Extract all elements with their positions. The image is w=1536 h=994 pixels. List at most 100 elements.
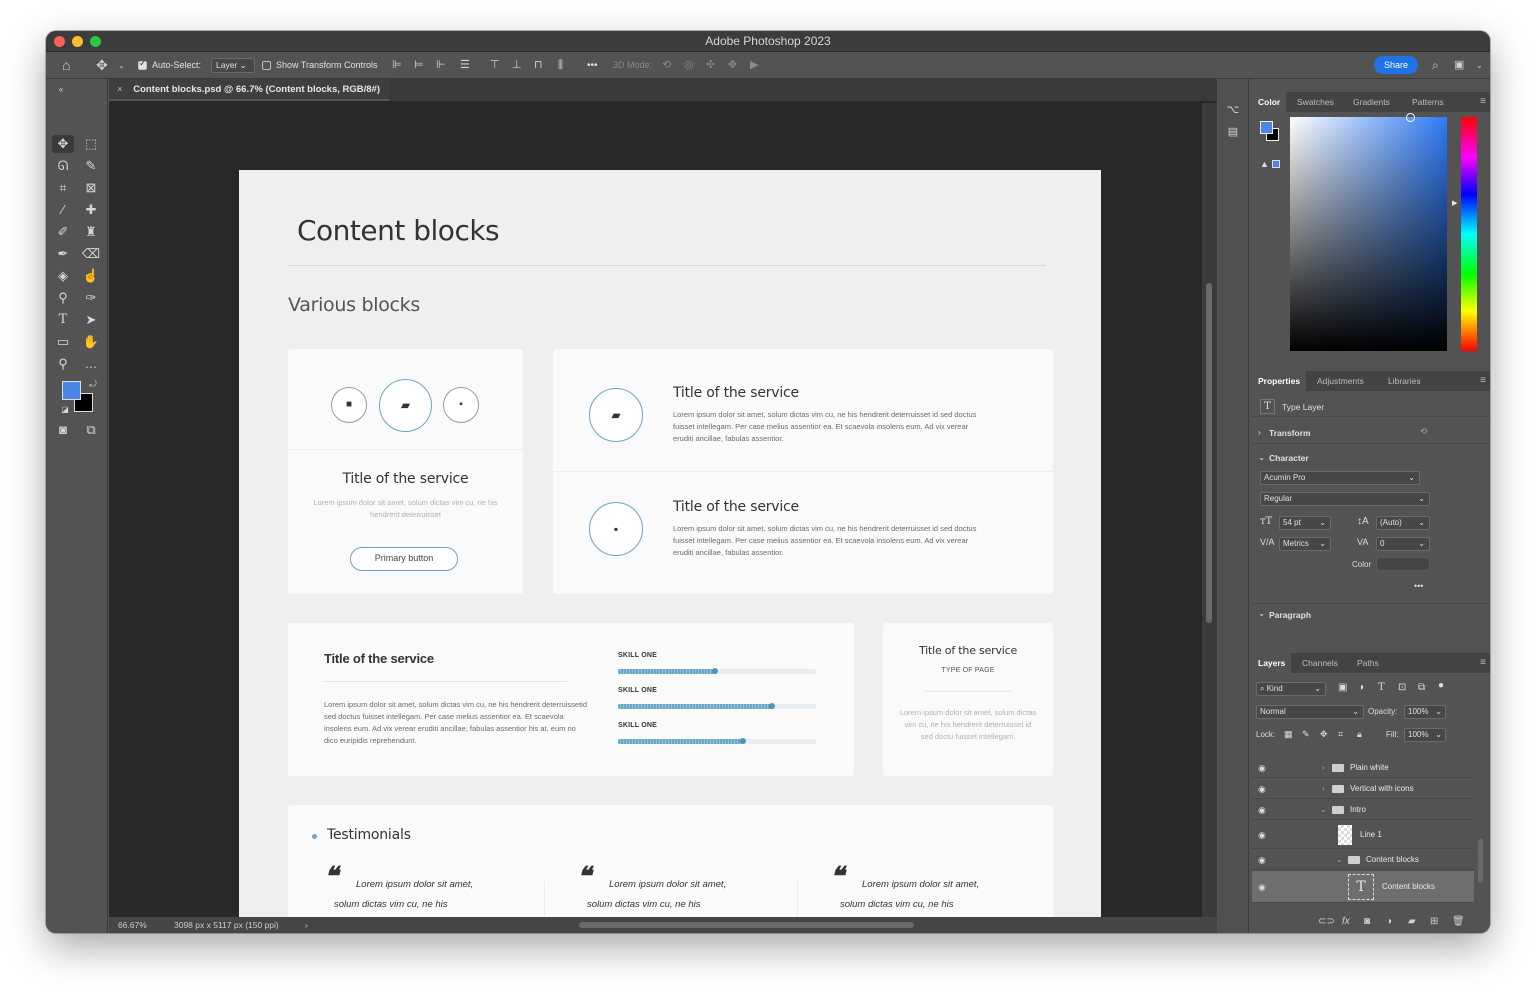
new-group-icon[interactable]: ▰	[1408, 916, 1416, 927]
tab-layers[interactable]: Layers	[1252, 653, 1292, 673]
3d-roll-icon[interactable]: ◎	[684, 52, 694, 79]
hand-tool-icon[interactable]: ✋	[80, 333, 102, 351]
align-top-icon[interactable]: ⊤	[490, 52, 500, 79]
more-tools-icon[interactable]: …	[80, 355, 102, 373]
tab-gradients[interactable]: Gradients	[1353, 92, 1390, 112]
move-tool-icon[interactable]: ✥	[52, 135, 74, 153]
zoom-window-button[interactable]	[90, 36, 101, 47]
character-section[interactable]: ⌄ Character	[1252, 451, 1490, 467]
history-brush-icon[interactable]: ✒	[52, 245, 74, 263]
chevron-down-icon[interactable]: ⌄	[1336, 850, 1343, 870]
color-picker-cursor[interactable]	[1406, 113, 1415, 122]
fill-field[interactable]: 100% ⌄	[1404, 728, 1446, 742]
share-button[interactable]: Share	[1374, 56, 1418, 74]
lock-pixels-icon[interactable]: ▦	[1284, 729, 1293, 740]
lock-all-icon[interactable]: 🔒︎	[1357, 729, 1362, 740]
layer-row-content-blocks-text[interactable]: ◉ T Content blocks	[1252, 871, 1474, 903]
history-panel-icon[interactable]: ⌥	[1222, 101, 1244, 119]
tracking-field[interactable]: 0 ⌄	[1376, 537, 1430, 551]
panel-menu-icon[interactable]: ≡	[1480, 653, 1486, 673]
kerning-field[interactable]: Metrics ⌄	[1279, 537, 1331, 551]
smudge-tool-icon[interactable]: ☝	[80, 267, 102, 285]
layer-row-vertical-with-icons[interactable]: ◉ › Vertical with icons	[1252, 779, 1474, 799]
eye-icon[interactable]: ◉	[1258, 800, 1266, 820]
layers-scrollbar[interactable]	[1478, 839, 1483, 883]
blend-mode-select[interactable]: Normal ⌄	[1256, 705, 1364, 719]
eraser-icon[interactable]: ⌫	[80, 245, 102, 263]
zoom-tool-icon[interactable]: ⚲	[52, 355, 74, 373]
font-size-field[interactable]: 54 pt ⌄	[1279, 516, 1331, 530]
document-tab[interactable]: × Content blocks.psd @ 66.7% (Content bl…	[109, 79, 389, 101]
paint-bucket-icon[interactable]: ◈	[52, 267, 74, 285]
align-right-icon[interactable]: ⊩	[436, 52, 446, 79]
path-select-icon[interactable]: ➤	[80, 311, 102, 329]
3d-slide-icon[interactable]: ✥	[728, 52, 737, 79]
align-left-icon[interactable]: ⊫	[392, 52, 402, 79]
auto-select-checkbox[interactable]	[138, 58, 147, 70]
text-color-swatch[interactable]	[1376, 557, 1430, 571]
3d-camera-icon[interactable]: ▶	[750, 52, 758, 79]
panel-menu-icon[interactable]: ≡	[1480, 92, 1486, 112]
show-transform-checkbox[interactable]	[262, 61, 271, 70]
eye-icon[interactable]: ◉	[1258, 850, 1266, 870]
filter-toggle-icon[interactable]: ●	[1438, 680, 1444, 691]
marquee-tool-icon[interactable]: ⬚	[80, 135, 102, 153]
leading-field[interactable]: (Auto) ⌄	[1376, 516, 1430, 530]
tab-libraries[interactable]: Libraries	[1388, 371, 1421, 391]
more-options-button[interactable]: •••	[587, 52, 598, 79]
chevron-down-icon[interactable]: ⌄	[1320, 800, 1327, 820]
eye-icon[interactable]: ◉	[1258, 821, 1266, 849]
workspace-icon[interactable]: ▣	[1454, 52, 1464, 79]
tab-channels[interactable]: Channels	[1302, 653, 1338, 673]
layer-row-plain-white[interactable]: ◉ › Plain white	[1252, 758, 1474, 778]
transform-section[interactable]: › Transform ⟲	[1252, 424, 1490, 444]
eye-icon[interactable]: ◉	[1258, 871, 1266, 903]
web-safe-chip[interactable]	[1272, 160, 1280, 168]
lock-position-icon[interactable]: ✥	[1320, 729, 1328, 740]
layer-row-content-blocks-group[interactable]: ◉ ⌄ Content blocks	[1252, 850, 1474, 870]
eyedropper-icon[interactable]: ⁄	[52, 201, 74, 219]
lock-artboard-icon[interactable]: ⌗	[1338, 729, 1343, 740]
filter-smart-object-icon[interactable]: ⧉	[1418, 682, 1425, 693]
canvas-page[interactable]: Content blocks Various blocks ■ ▰ ▪ Titl…	[239, 170, 1101, 920]
zoom-level[interactable]: 66.67%	[118, 917, 147, 933]
type-tool-icon[interactable]: T	[52, 311, 74, 329]
eye-icon[interactable]: ◉	[1258, 758, 1266, 778]
swap-colors-icon[interactable]: ⤾	[82, 375, 104, 393]
collapse-panel-icon[interactable]: «	[50, 81, 72, 99]
crop-tool-icon[interactable]: ⌗	[52, 179, 74, 197]
auto-select-dropdown[interactable]: Layer ⌄	[211, 58, 255, 73]
link-layers-icon[interactable]: ⊂⊃	[1318, 916, 1335, 927]
minimize-window-button[interactable]	[72, 36, 83, 47]
more-options-icon[interactable]: •••	[1414, 581, 1423, 591]
panel-menu-icon[interactable]: ≡	[1480, 371, 1486, 391]
quick-mask-icon[interactable]: ◙	[52, 421, 74, 439]
hue-slider[interactable]	[1461, 117, 1477, 351]
distribute-icon[interactable]: ☰	[460, 52, 470, 79]
tab-color[interactable]: Color	[1252, 92, 1287, 112]
fg-color-chip[interactable]	[1260, 121, 1273, 134]
paragraph-section[interactable]: ⌄ Paragraph	[1252, 603, 1490, 623]
lock-brush-icon[interactable]: ✎	[1302, 729, 1310, 740]
pen-tool-icon[interactable]: ✑	[80, 289, 102, 307]
trash-icon[interactable]: 🗑︎	[1452, 916, 1465, 927]
filter-adjustment-icon[interactable]: ◑	[1358, 682, 1364, 693]
reset-transform-icon[interactable]: ⟲	[1420, 426, 1427, 437]
close-tab-icon[interactable]: ×	[117, 84, 123, 95]
font-style-select[interactable]: Regular ⌄	[1260, 492, 1430, 506]
align-bottom-icon[interactable]: ⊓	[534, 52, 543, 79]
color-picker-field[interactable]	[1290, 113, 1447, 351]
status-menu-arrow[interactable]: ›	[305, 917, 308, 933]
distribute-vertical-icon[interactable]: ⫼	[558, 52, 563, 79]
tab-swatches[interactable]: Swatches	[1297, 92, 1334, 112]
3d-orbit-icon[interactable]: ⟲	[662, 52, 671, 79]
home-icon[interactable]: ⌂	[62, 52, 70, 79]
fx-icon[interactable]: fx	[1342, 916, 1350, 927]
chevron-down-icon[interactable]: ⌄	[1476, 52, 1483, 79]
brush-tool-icon[interactable]: ✐	[52, 223, 74, 241]
search-icon[interactable]: ⌕	[1432, 52, 1439, 79]
layer-row-line-1[interactable]: ◉ Line 1	[1252, 821, 1474, 849]
comments-panel-icon[interactable]: ▤	[1222, 123, 1244, 141]
frame-tool-icon[interactable]: ⊠	[80, 179, 102, 197]
quick-select-icon[interactable]: ✎	[80, 157, 102, 175]
